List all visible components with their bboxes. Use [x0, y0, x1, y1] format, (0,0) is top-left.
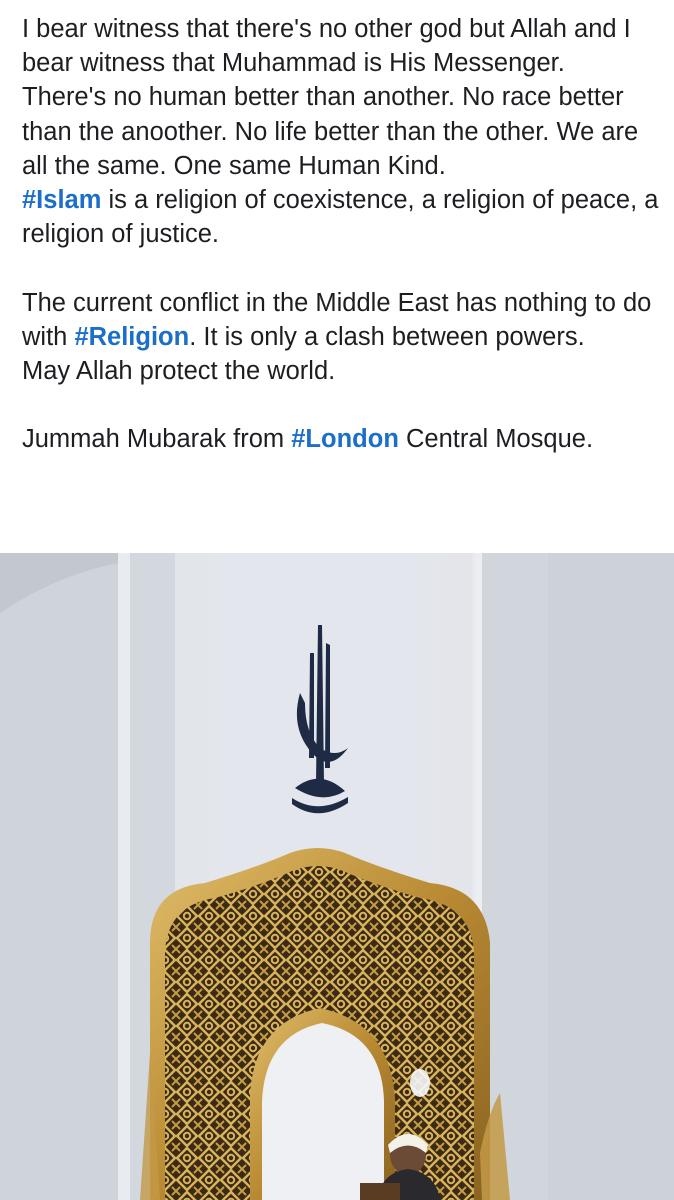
- post-paragraph-2: The current conflict in the Middle East …: [22, 286, 662, 389]
- post-photo[interactable]: [0, 553, 674, 1200]
- post-paragraph-3: Jummah Mubarak from #London Central Mosq…: [22, 422, 662, 456]
- post-line-shahada: I bear witness that there's no other god…: [22, 15, 631, 78]
- post-text: I bear witness that there's no other god…: [22, 12, 662, 457]
- post-line-islam: is a religion of coexistence, a religion…: [22, 186, 659, 249]
- post-line-jummah-start: Jummah Mubarak from: [22, 425, 292, 454]
- post-line-prayer: May Allah protect the world.: [22, 357, 336, 386]
- hashtag-religion[interactable]: #Religion: [74, 323, 189, 351]
- mosque-minbar-image: [0, 553, 674, 1200]
- hashtag-london[interactable]: #London: [291, 425, 399, 453]
- post-line-conflict-end: . It is only a clash between powers.: [189, 322, 585, 351]
- post-line-humankind: There's no human better than another. No…: [22, 83, 639, 180]
- post-line-jummah-end: Central Mosque.: [398, 425, 594, 454]
- post-paragraph-1: I bear witness that there's no other god…: [22, 12, 662, 251]
- hashtag-islam[interactable]: #Islam: [22, 186, 101, 214]
